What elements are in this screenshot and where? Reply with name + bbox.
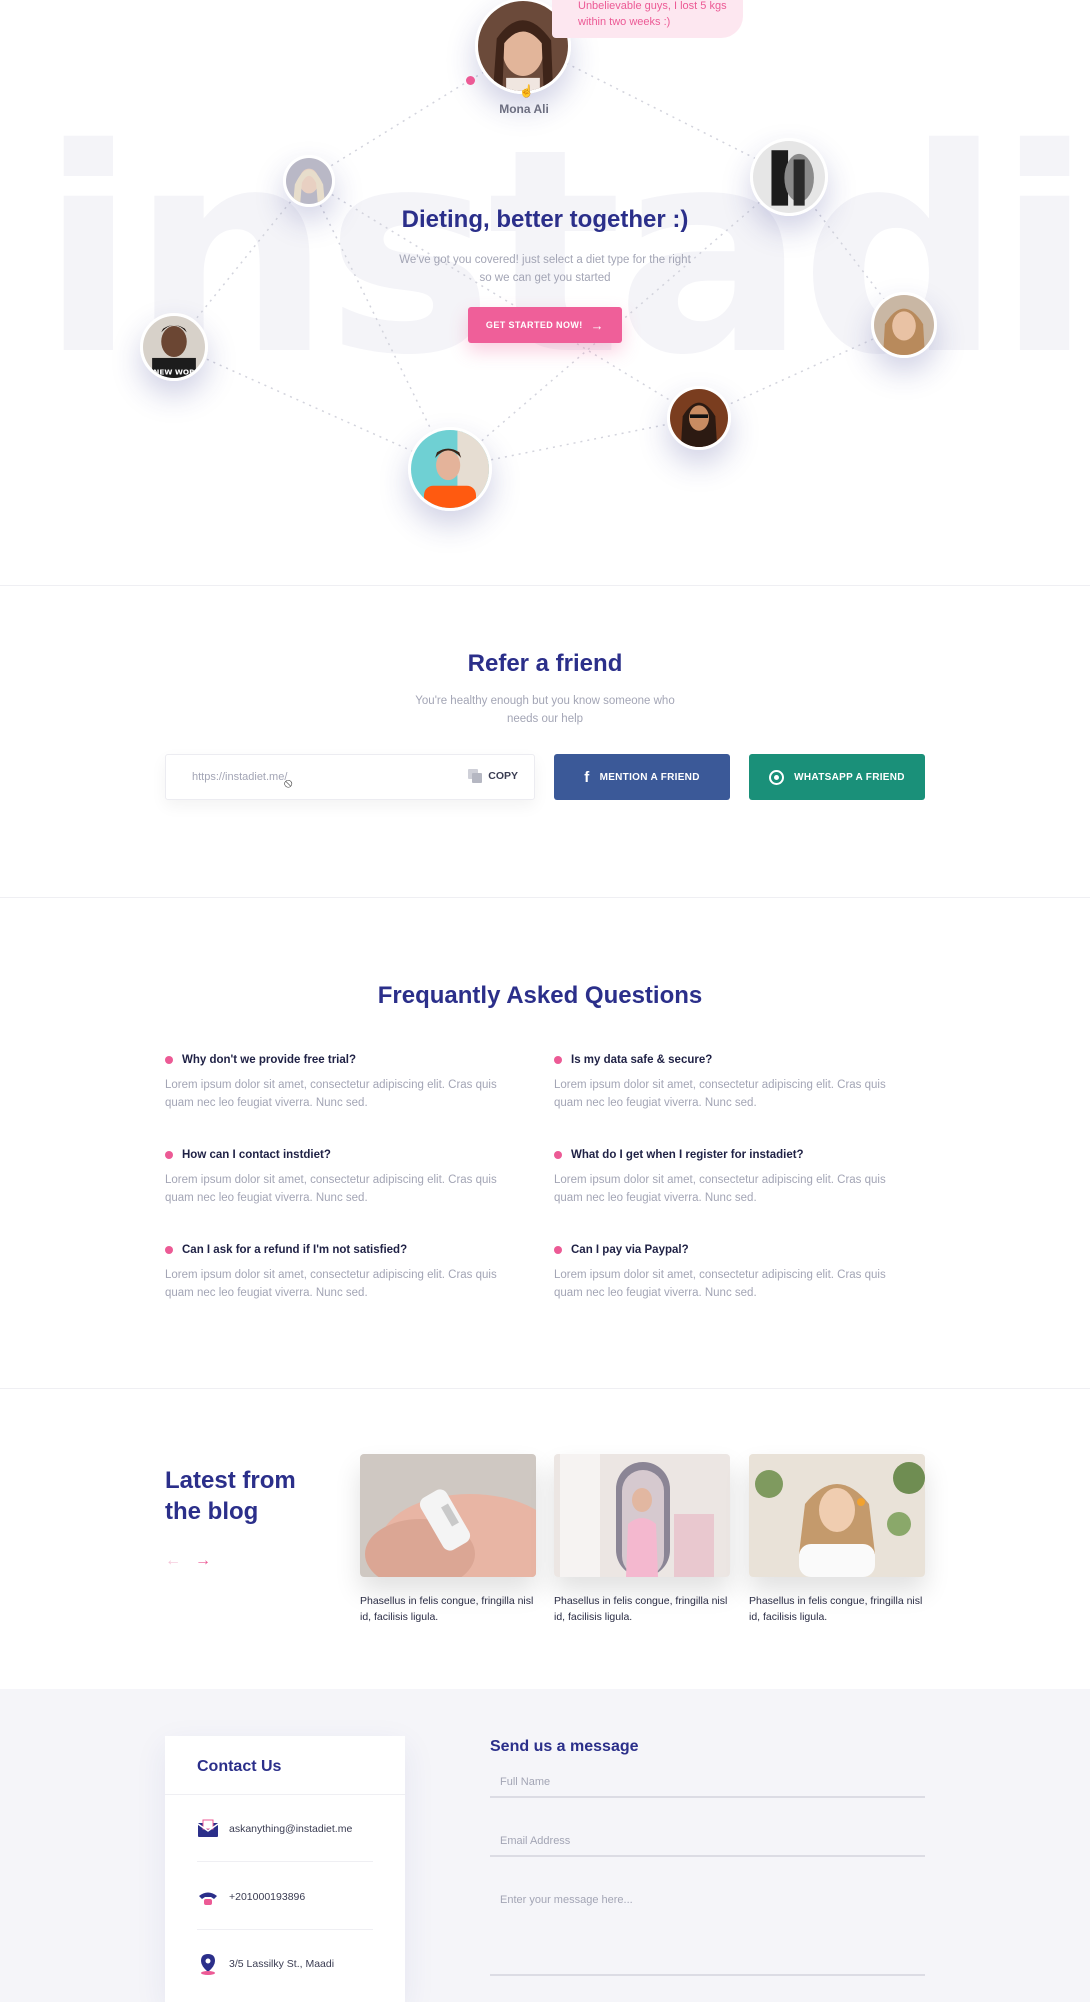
contact-phone[interactable]: +201000193896	[197, 1886, 305, 1908]
bullet-dot-icon	[554, 1056, 562, 1064]
copy-icon	[468, 769, 483, 783]
hero-title: Dieting, better together :)	[401, 206, 689, 233]
avatar-woman-orange[interactable]	[408, 427, 492, 511]
whatsapp-friend-button[interactable]: WHATSAPP A FRIEND	[749, 754, 925, 800]
facebook-icon: f	[584, 768, 590, 786]
get-started-label: GET STARTED NOW!	[485, 320, 583, 330]
faq-answer: Lorem ipsum dolor sit amet, consectetur …	[165, 1079, 497, 1109]
avatar-smiling-woman[interactable]	[871, 292, 937, 358]
shirt-text: NEW WOR	[153, 367, 195, 376]
bullet-dot-icon	[554, 1246, 562, 1254]
contact-email[interactable]: askanything@instadiet.me	[197, 1818, 352, 1840]
faq-answer: Lorem ipsum dolor sit amet, consectetur …	[554, 1269, 886, 1299]
contact-address[interactable]: 3/5 Lassilky St., Maadi	[197, 1953, 334, 1975]
refer-section: Refer a friend You're healthy enough but…	[0, 586, 1090, 898]
get-started-button[interactable]: GET STARTED NOW! →	[468, 307, 622, 343]
blog-excerpt: Phasellus in felis congue, fringilla nis…	[749, 1595, 923, 1623]
blog-image-glucose-test[interactable]	[360, 1454, 536, 1577]
blog-excerpt: Phasellus in felis congue, fringilla nis…	[360, 1595, 534, 1623]
bullet-dot-icon	[554, 1151, 562, 1159]
faq-item[interactable]: Can I pay via Paypal? Lorem ipsum dolor …	[554, 1244, 914, 1302]
pointer-cursor-icon: ☝	[519, 84, 534, 98]
blog-image-mirror-woman[interactable]	[554, 1454, 730, 1577]
message-placeholder: Enter your message here...	[500, 1894, 633, 1906]
faq-item[interactable]: What do I get when I register for instad…	[554, 1149, 914, 1207]
avatar-blonde-woman[interactable]	[283, 155, 335, 207]
referral-link-value[interactable]: https://instadiet.me/	[192, 771, 287, 783]
faq-answer: Lorem ipsum dolor sit amet, consectetur …	[554, 1174, 886, 1204]
blog-card[interactable]: Phasellus in felis congue, fringilla nis…	[749, 1454, 925, 1625]
blog-excerpt: Phasellus in felis congue, fringilla nis…	[554, 1595, 728, 1623]
arrow-right-icon[interactable]: →	[195, 1552, 211, 1570]
bullet-dot-icon	[165, 1246, 173, 1254]
avatar-smiling-man[interactable]: NEW WOR	[140, 313, 208, 381]
bullet-dot-icon	[165, 1056, 173, 1064]
faq-answer: Lorem ipsum dolor sit amet, consectetur …	[165, 1269, 497, 1299]
contact-info-card: Contact Us askanything@instadiet.me +201…	[165, 1736, 405, 2002]
faq-question: What do I get when I register for instad…	[571, 1149, 804, 1161]
copy-button[interactable]: COPY	[468, 769, 518, 783]
blog-carousel-nav: ← →	[165, 1552, 211, 1570]
faq-answer: Lorem ipsum dolor sit amet, consectetur …	[554, 1079, 886, 1109]
divider	[197, 1929, 373, 1930]
facebook-button-label: MENTION A FRIEND	[599, 771, 700, 783]
faq-item[interactable]: How can I contact instdiet? Lorem ipsum …	[165, 1149, 525, 1207]
blog-card[interactable]: Phasellus in felis congue, fringilla nis…	[554, 1454, 730, 1625]
email-address-field[interactable]: Email Address	[490, 1827, 925, 1857]
bullet-dot-icon	[165, 1151, 173, 1159]
divider	[197, 1861, 373, 1862]
faq-question: Can I ask for a refund if I'm not satisf…	[182, 1244, 408, 1256]
refer-subtitle: You're healthy enough but you know someo…	[415, 695, 675, 725]
blog-card[interactable]: Phasellus in felis congue, fringilla nis…	[360, 1454, 536, 1625]
faq-item[interactable]: Is my data safe & secure? Lorem ipsum do…	[554, 1054, 914, 1112]
testimonial-bubble: Unbelievable guys, I lost 5 kgs within t…	[552, 0, 743, 38]
refer-title: Refer a friend	[467, 650, 623, 677]
faq-title: Frequantly Asked Questions	[377, 982, 703, 1009]
whatsapp-icon	[769, 769, 785, 785]
faq-item[interactable]: Can I ask for a refund if I'm not satisf…	[165, 1244, 525, 1302]
not-allowed-cursor-icon: ⦸	[284, 775, 293, 790]
arrow-left-icon[interactable]: ←	[165, 1552, 181, 1570]
faq-question: Is my data safe & secure?	[571, 1054, 713, 1066]
contact-phone-text[interactable]: +201000193896	[229, 1891, 305, 1903]
blog-image-laughing-woman[interactable]	[749, 1454, 925, 1577]
contact-card-title: Contact Us	[197, 1758, 282, 1775]
contact-address-text: 3/5 Lassilky St., Maadi	[229, 1958, 335, 1970]
testimonial-name: Mona Ali	[499, 102, 549, 116]
avatar-woman-glasses-sun[interactable]	[667, 386, 731, 450]
whatsapp-button-label: WHATSAPP A FRIEND	[794, 771, 905, 783]
full-name-field[interactable]: Full Name	[490, 1768, 925, 1798]
message-textarea[interactable]: Enter your message here...	[490, 1886, 925, 1976]
message-form-title: Send us a message	[490, 1738, 639, 1755]
full-name-placeholder: Full Name	[500, 1776, 551, 1788]
hero-dot	[466, 76, 475, 85]
faq-question: Why don't we provide free trial?	[182, 1054, 356, 1066]
hero-subtitle: We've got you covered! just select a die…	[399, 254, 691, 284]
faq-question: How can I contact instdiet?	[182, 1149, 331, 1161]
blog-title: Latest from the blog	[165, 1467, 296, 1525]
divider	[165, 1794, 405, 1795]
hero-section: instadiet Mona Ali Unbelievable guys, I …	[0, 0, 1090, 586]
email-address-placeholder: Email Address	[500, 1835, 571, 1847]
mention-friend-facebook-button[interactable]: f MENTION A FRIEND	[554, 754, 730, 800]
faq-section: Frequantly Asked Questions Why don't we …	[0, 898, 1090, 1389]
copy-label: COPY	[488, 770, 518, 782]
contact-email-text[interactable]: askanything@instadiet.me	[229, 1823, 352, 1835]
location-pin-icon	[197, 1953, 219, 1975]
faq-question: Can I pay via Paypal?	[571, 1244, 689, 1256]
faq-item[interactable]: Why don't we provide free trial? Lorem i…	[165, 1054, 525, 1112]
arrow-right-icon: →	[590, 317, 605, 333]
envelope-icon	[197, 1818, 219, 1840]
phone-icon	[197, 1886, 219, 1908]
blog-section: Latest from the blog ← → Phasellus in fe…	[0, 1389, 1090, 1689]
faq-answer: Lorem ipsum dolor sit amet, consectetur …	[165, 1174, 497, 1204]
referral-link-field[interactable]: https://instadiet.me/ ⦸ COPY	[165, 754, 535, 800]
avatar-man-backpack[interactable]	[750, 138, 828, 216]
contact-section: Contact Us askanything@instadiet.me +201…	[0, 1689, 1090, 2002]
